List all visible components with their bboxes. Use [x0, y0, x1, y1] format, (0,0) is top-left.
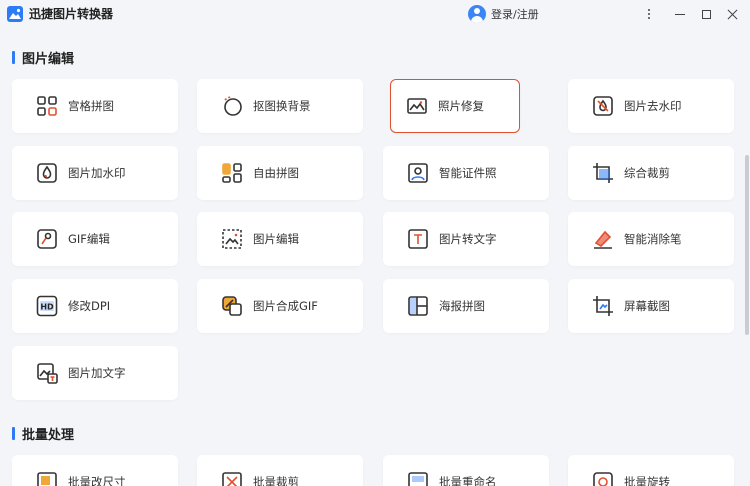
tool-cutout-background[interactable]: 抠图换背景: [197, 79, 363, 133]
gif-edit-icon: [36, 228, 58, 250]
tool-image-edit[interactable]: 图片编辑: [197, 212, 363, 266]
batch-resize-icon: [36, 471, 58, 486]
tool-add-text[interactable]: 图片加文字: [12, 346, 178, 400]
tool-label: 综合裁剪: [624, 166, 670, 180]
login-button[interactable]: 登录/注册: [468, 4, 539, 24]
tool-label: 批量裁剪: [253, 475, 299, 486]
tool-remove-watermark[interactable]: 图片去水印: [568, 79, 734, 133]
tool-label: 批量重命名: [439, 475, 497, 486]
batch-crop-icon: [221, 471, 243, 486]
tool-label: 宫格拼图: [68, 99, 114, 113]
app-logo-icon: [7, 6, 23, 22]
section-accent-bar: [12, 51, 15, 64]
id-photo-icon: [407, 162, 429, 184]
tool-label: 图片转文字: [439, 232, 497, 246]
poster-collage-icon: [407, 295, 429, 317]
tool-batch-crop[interactable]: 批量裁剪: [197, 455, 363, 486]
vertical-scrollbar[interactable]: [745, 155, 749, 335]
eraser-pen-icon: [592, 228, 614, 250]
section-accent-bar: [12, 427, 15, 440]
tool-batch-resize[interactable]: 批量改尺寸: [12, 455, 178, 486]
tool-batch-rotate[interactable]: 批量旋转: [568, 455, 734, 486]
tool-photo-restore[interactable]: 照片修复: [390, 79, 520, 133]
tool-label: 图片加水印: [68, 166, 126, 180]
image-to-text-icon: [407, 228, 429, 250]
section-title-text: 图片编辑: [22, 52, 75, 67]
tool-label: 批量旋转: [624, 475, 670, 486]
add-watermark-icon: [36, 162, 58, 184]
tool-poster-collage[interactable]: 海报拼图: [383, 279, 549, 333]
crop-icon: [592, 162, 614, 184]
tool-change-dpi[interactable]: HD 修改DPI: [12, 279, 178, 333]
tool-grid-collage[interactable]: 宫格拼图: [12, 79, 178, 133]
grid-icon: [36, 95, 58, 117]
cutout-icon: [221, 95, 243, 117]
close-icon: [727, 9, 738, 20]
tool-gif-edit[interactable]: GIF编辑: [12, 212, 178, 266]
close-button[interactable]: [721, 4, 743, 24]
tool-free-collage[interactable]: 自由拼图: [197, 146, 363, 200]
tool-label: 抠图换背景: [253, 99, 311, 113]
svg-text:HD: HD: [40, 303, 54, 312]
tool-image-to-text[interactable]: 图片转文字: [383, 212, 549, 266]
section-title-text: 批量处理: [22, 428, 75, 443]
tool-label: 批量改尺寸: [68, 475, 126, 486]
free-collage-icon: [221, 162, 243, 184]
tool-label: 图片去水印: [624, 99, 682, 113]
remove-watermark-icon: [592, 95, 614, 117]
tool-add-watermark[interactable]: 图片加水印: [12, 146, 178, 200]
tool-label: 智能消除笔: [624, 232, 682, 246]
more-icon: [648, 9, 650, 19]
photo-restore-icon: [406, 95, 428, 117]
title-bar: 迅捷图片转换器 登录/注册: [0, 0, 750, 30]
screenshot-icon: [592, 295, 614, 317]
avatar-icon: [468, 5, 486, 23]
tool-label: 照片修复: [438, 99, 484, 113]
section-title-image-edit: 图片编辑: [12, 48, 74, 67]
maximize-button[interactable]: [695, 4, 717, 24]
gif-compose-icon: [221, 295, 243, 317]
tool-label: 屏幕截图: [624, 299, 670, 313]
batch-rename-icon: [407, 471, 429, 486]
tool-label: 智能证件照: [439, 166, 497, 180]
tool-label: 自由拼图: [253, 166, 299, 180]
tool-batch-rename[interactable]: 批量重命名: [383, 455, 549, 486]
tool-label: 海报拼图: [439, 299, 485, 313]
tool-eraser-pen[interactable]: 智能消除笔: [568, 212, 734, 266]
hd-icon: HD: [36, 295, 58, 317]
tool-id-photo[interactable]: 智能证件照: [383, 146, 549, 200]
image-edit-icon: [221, 228, 243, 250]
minimize-icon: [675, 13, 685, 15]
tool-label: 修改DPI: [68, 299, 111, 313]
maximize-icon: [701, 9, 711, 19]
section-title-batch: 批量处理: [12, 424, 74, 443]
more-menu-button[interactable]: [638, 4, 660, 24]
app-title: 迅捷图片转换器: [29, 7, 114, 21]
tool-label: 图片加文字: [68, 366, 126, 380]
minimize-button[interactable]: [669, 4, 691, 24]
tool-label: 图片编辑: [253, 232, 299, 246]
add-text-icon: [36, 362, 58, 384]
tool-screenshot[interactable]: 屏幕截图: [568, 279, 734, 333]
login-label: 登录/注册: [491, 8, 539, 21]
tool-crop[interactable]: 综合裁剪: [568, 146, 734, 200]
tool-label: GIF编辑: [68, 232, 110, 246]
tool-label: 图片合成GIF: [253, 299, 318, 313]
tool-compose-gif[interactable]: 图片合成GIF: [197, 279, 363, 333]
batch-rotate-icon: [592, 471, 614, 486]
